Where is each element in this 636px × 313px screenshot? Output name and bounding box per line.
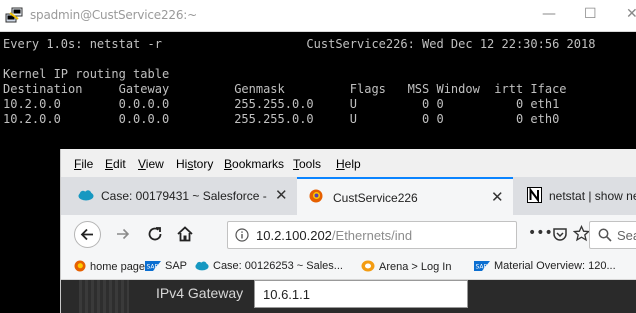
salesforce-cloud-icon [78,190,94,201]
bookmark-arena[interactable]: Arena > Log In [361,260,451,273]
home-button[interactable] [176,225,194,243]
menu-edit[interactable]: Edit [105,157,126,171]
close-tab-icon[interactable]: ✕ [275,186,288,204]
tab-label: CustService226 [333,191,418,205]
menu-bookmarks[interactable]: Bookmarks [224,157,284,171]
bookmark-label: home page [90,261,146,273]
menu-mnemonic: E [105,157,114,171]
menu-tools[interactable]: Tools [293,157,321,171]
menu-mnemonic: V [138,157,146,171]
bookmark-label: Material Overview: 120... [494,260,616,272]
minimize-button[interactable]: — [542,6,556,22]
terminal-line: Kernel IP routing table [3,67,170,81]
firefox-window: File Edit View History Bookmarks Tools H… [60,149,636,313]
firefox-icon [74,260,86,272]
terminal-line: Destination Gateway Genmask Flags MSS Wi… [3,82,567,96]
svg-text:SAP: SAP [476,264,488,271]
menu-history[interactable]: History [176,157,213,171]
ipv4-gateway-input[interactable]: 10.6.1.1 [254,280,468,308]
arena-icon [361,260,375,272]
bookmark-salesforce-case[interactable]: Case: 00126253 ~ Sales... [195,260,343,272]
bookmarks-toolbar: home page SAP SAP Case: 00126253 ~ Sales… [61,255,636,280]
tab-label: netstat | show net [549,189,636,203]
menu-mnemonic: B [224,157,233,171]
close-button[interactable]: ✕ [626,6,636,22]
svg-text:SAP: SAP [147,264,159,271]
tab-salesforce-case[interactable]: Case: 00179431 ~ Salesforce - E ✕ [61,177,297,215]
maximize-button[interactable]: ☐ [584,6,597,22]
tab-custservice226[interactable]: CustService226 ✕ [297,177,513,215]
page-actions-icon[interactable]: ••• [528,225,553,241]
sap-icon: SAP [145,261,161,271]
url-bar[interactable]: 10.2.100.202/Ethernets/ind [227,221,517,249]
menu-file[interactable]: File [74,157,93,171]
window-title: spadmin@CustService226:~ [30,8,197,22]
nav-bar: 10.2.100.202/Ethernets/ind ••• Search [61,215,636,255]
ipv4-gateway-value: 10.6.1.1 [263,287,310,302]
menu-mnemonic: H [336,157,345,171]
url-path: /Ethernets/ind [331,228,413,243]
back-button[interactable] [74,221,101,248]
tab-label: Case: 00179431 ~ Salesforce - E [101,189,271,203]
close-tab-icon[interactable]: ✕ [491,188,504,206]
notion-n-icon [527,187,542,203]
putty-titlebar: spadmin@CustService226:~ — ☐ ✕ [0,0,636,32]
menu-mnemonic: s [187,157,194,171]
url-host: 10.2.100.202 [256,228,332,243]
bookmark-material-overview[interactable]: SAP Material Overview: 120... [474,260,616,272]
bookmark-sap[interactable]: SAP SAP [145,260,187,272]
sap-icon: SAP [474,261,490,271]
menu-mnemonic: T [293,157,299,171]
tab-bar: Case: 00179431 ~ Salesforce - E ✕ CustSe… [61,177,636,215]
page-content: IPv4 Gateway 10.6.1.1 [61,280,636,313]
bookmark-label: SAP [165,260,188,272]
terminal-line: Every 1.0s: netstat -r CustService226: W… [3,37,596,51]
pocket-icon[interactable] [552,226,568,242]
tab-netstat[interactable]: netstat | show net [513,177,636,215]
url-text: 10.2.100.202/Ethernets/ind [256,228,412,243]
ipv4-gateway-label: IPv4 Gateway [156,285,244,301]
menu-bar: File Edit View History Bookmarks Tools H… [61,149,636,177]
putty-icon [5,7,23,23]
forward-button[interactable] [115,226,131,242]
salesforce-cloud-icon [195,261,209,271]
bookmark-home-page[interactable]: home page [74,260,145,273]
bookmark-label: Case: 00126253 ~ Sales... [213,260,343,272]
search-input[interactable]: Search [589,221,636,249]
terminal-line: 10.2.0.0 0.0.0.0 255.255.0.0 U 0 0 0 eth… [3,97,560,111]
info-icon[interactable] [235,228,249,242]
bookmark-label: Arena > Log In [379,261,452,273]
search-icon [598,228,612,242]
menu-view[interactable]: View [138,157,164,171]
star-bookmark-icon[interactable] [573,225,590,242]
menu-help[interactable]: Help [336,157,361,171]
reload-button[interactable] [146,225,164,243]
arrow-left-icon [80,228,93,241]
menu-mnemonic: F [74,157,82,171]
firefox-icon [309,189,323,203]
content-sidebar-strip [79,280,129,313]
terminal-line: 10.2.0.0 0.0.0.0 255.255.0.0 U 0 0 0 eth… [3,112,560,126]
search-placeholder: Search [617,228,636,243]
